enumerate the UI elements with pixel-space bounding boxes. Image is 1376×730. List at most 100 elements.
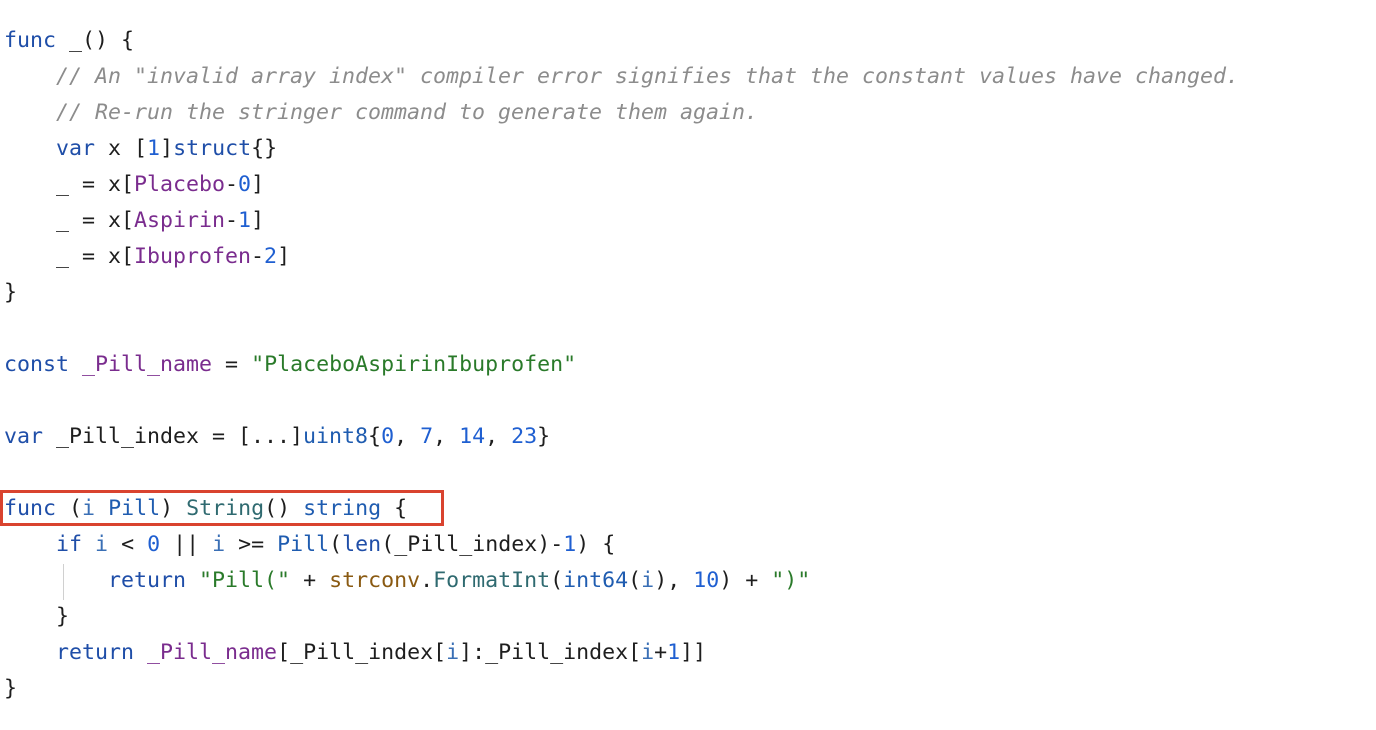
code-token: = [212, 352, 252, 377]
code-token: 0 [147, 532, 161, 557]
code-token: } [4, 280, 18, 305]
code-token: , [485, 424, 512, 449]
code-token: { [368, 424, 382, 449]
code-token: // Re-run the stringer command to genera… [4, 100, 759, 125]
code-token: ( [550, 568, 564, 593]
code-token: i [446, 640, 460, 665]
code-token: Pill [277, 532, 330, 557]
code-token: uint8 [303, 424, 369, 449]
code-line[interactable]: _ = x[Aspirin-1] [4, 203, 264, 239]
code-token: ] [251, 172, 265, 197]
code-token: _ = x[ [4, 208, 135, 233]
code-token: i [641, 568, 655, 593]
code-token: Placebo [134, 172, 226, 197]
code-line[interactable]: // An "invalid array index" compiler err… [4, 59, 1239, 95]
code-token: "Pill(" [199, 568, 291, 593]
code-token: Aspirin [134, 208, 226, 233]
code-line[interactable]: // Re-run the stringer command to genera… [4, 95, 758, 131]
code-token: 10 [693, 568, 720, 593]
code-token: ]:_Pill_index[ [459, 640, 642, 665]
code-token: i [212, 532, 226, 557]
code-token: int64 [563, 568, 629, 593]
code-token: i [641, 640, 655, 665]
code-token: 1 [238, 208, 252, 233]
code-token: (_Pill_index)- [381, 532, 564, 557]
code-token: ] [160, 136, 174, 161]
code-line[interactable]: func _() { [4, 23, 134, 59]
code-token: - [251, 244, 265, 269]
code-token: ] [277, 244, 291, 269]
code-line[interactable]: var x [1]struct{} [4, 131, 277, 167]
code-line[interactable]: return _Pill_name[_Pill_index[i]:_Pill_i… [4, 635, 706, 671]
code-token: _ = x[ [4, 172, 135, 197]
code-token: return [56, 640, 135, 665]
code-token: ")" [771, 568, 811, 593]
code-token: - [225, 172, 239, 197]
code-token: var [4, 424, 44, 449]
code-token: ( [329, 532, 343, 557]
code-token: Ibuprofen [134, 244, 252, 269]
code-token: "PlaceboAspirinIbuprofen" [251, 352, 577, 377]
code-token: ( [628, 568, 642, 593]
code-token: < [108, 532, 148, 557]
code-token: ] [251, 208, 265, 233]
code-token: } [4, 604, 70, 629]
code-token: 1 [667, 640, 681, 665]
code-token: FormatInt [433, 568, 551, 593]
code-line[interactable]: } [4, 275, 17, 311]
code-token: [_Pill_index[ [277, 640, 447, 665]
code-token: + [654, 640, 668, 665]
code-token: x [ [95, 136, 148, 161]
code-line[interactable]: } [4, 599, 69, 635]
code-line[interactable]: if i < 0 || i >= Pill(len(_Pill_index)-1… [4, 527, 615, 563]
code-token: var [56, 136, 96, 161]
code-token: ), [654, 568, 694, 593]
code-token: 14 [459, 424, 486, 449]
code-token: {} [251, 136, 278, 161]
code-line[interactable]: var _Pill_index = [...]uint8{0, 7, 14, 2… [4, 419, 550, 455]
indent-guide [63, 564, 64, 600]
code-token: i [95, 532, 109, 557]
code-token: strconv [329, 568, 421, 593]
code-token: if [56, 532, 83, 557]
code-token: _Pill_index = [...] [43, 424, 304, 449]
code-token: + [290, 568, 330, 593]
code-token: struct [173, 136, 252, 161]
code-token: _Pill_name [147, 640, 278, 665]
code-editor[interactable]: func _() { // An "invalid array index" c… [0, 0, 1376, 730]
code-token: 0 [381, 424, 395, 449]
code-token: ]] [680, 640, 707, 665]
highlight-box [0, 490, 444, 526]
code-token: 7 [420, 424, 434, 449]
code-line[interactable]: return "Pill(" + strconv.FormatInt(int64… [4, 563, 810, 599]
code-line[interactable]: } [4, 671, 17, 707]
code-token: || [160, 532, 213, 557]
code-token: >= [225, 532, 278, 557]
code-line[interactable]: _ = x[Ibuprofen-2] [4, 239, 290, 275]
code-token: len [342, 532, 382, 557]
code-token: _ = x[ [4, 244, 135, 269]
code-token: - [225, 208, 239, 233]
code-token: func [4, 28, 57, 53]
code-token: 1 [147, 136, 161, 161]
code-token: const [4, 352, 70, 377]
code-token: } [537, 424, 551, 449]
code-token: return [108, 568, 187, 593]
code-line[interactable]: const _Pill_name = "PlaceboAspirinIbupro… [4, 347, 576, 383]
code-token: ) { [576, 532, 616, 557]
code-token: // An "invalid array index" compiler err… [4, 64, 1240, 89]
code-token: _Pill_name [82, 352, 213, 377]
code-token: 0 [238, 172, 252, 197]
code-line[interactable]: _ = x[Placebo-0] [4, 167, 264, 203]
code-token: 23 [511, 424, 538, 449]
code-token: , [394, 424, 421, 449]
code-token: 2 [264, 244, 278, 269]
